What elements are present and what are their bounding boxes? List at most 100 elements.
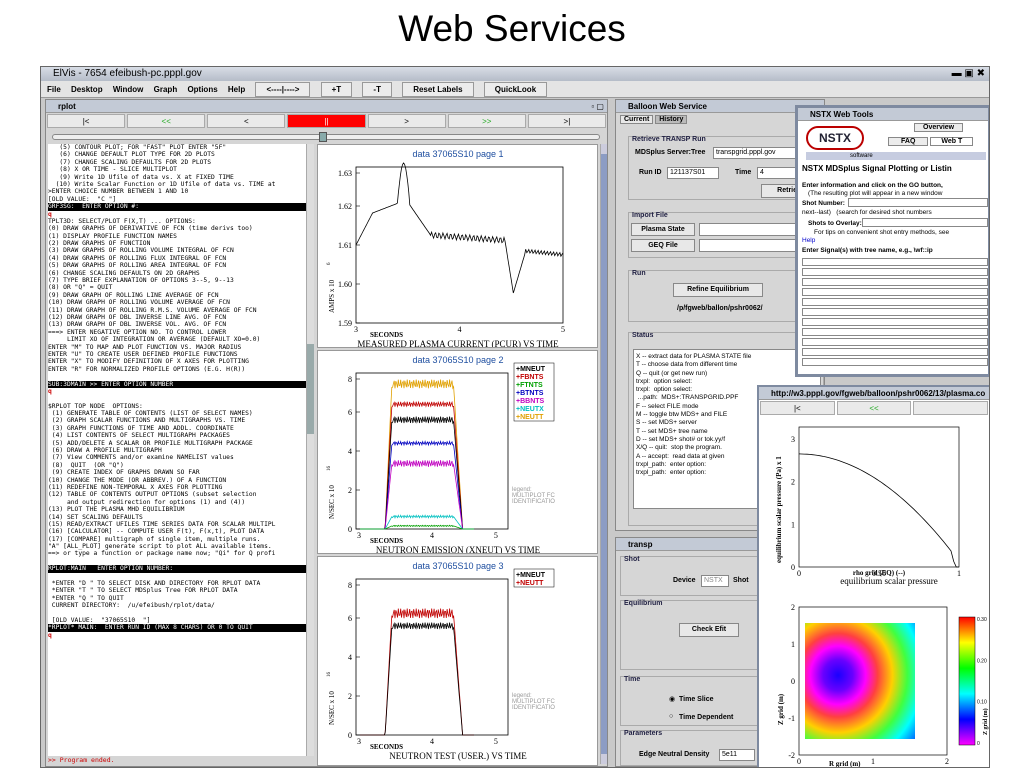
menu-graph[interactable]: Graph — [154, 85, 178, 94]
signal-field[interactable] — [802, 318, 988, 326]
menubar: File Desktop Window Graph Options Help <… — [41, 81, 989, 98]
frame-controls[interactable]: ▫ ▢ — [591, 100, 604, 113]
nav-prev[interactable]: < — [207, 114, 286, 128]
reset-labels-button[interactable]: Reset Labels — [402, 82, 474, 97]
terminal-line: (8) OR "Q" = QUIT — [48, 284, 113, 292]
watermark-text: IDENTIFICATIO — [512, 705, 555, 711]
signal-field[interactable] — [802, 348, 988, 356]
signal-field[interactable] — [802, 258, 988, 266]
nstx-instructions-2: (The resulting plot will appear in a new… — [808, 190, 943, 197]
nstx-tabs: Overview — [914, 123, 964, 132]
terminal-line: (2) DRAW GRAPHS OF FUNCTION — [48, 240, 151, 248]
plot-frame — [355, 166, 564, 324]
nav-next[interactable]: > — [367, 114, 446, 128]
signal-field[interactable] — [802, 268, 988, 276]
shot-number-label: Shot Number: — [802, 200, 845, 207]
plot-window: http://w3.pppl.gov/fgweb/balloon/pshr006… — [757, 385, 989, 767]
run-group-title: Run — [632, 270, 646, 277]
y-tick-label: 8 — [348, 375, 352, 384]
y-tick-label: 6 — [348, 408, 352, 417]
device-field[interactable]: NSTX — [701, 575, 729, 587]
tab-history[interactable]: History — [655, 115, 688, 124]
plasma-state-button[interactable]: Plasma State — [631, 223, 695, 236]
signal-field[interactable] — [802, 328, 988, 336]
menu-help[interactable]: Help — [228, 85, 245, 94]
terminal-line: (17) [COMPARE] multigraph of single item… — [48, 535, 261, 543]
y-tick-label: 1.63 — [338, 169, 352, 178]
pw-nav-first[interactable]: |< — [760, 401, 835, 415]
quicklook-button[interactable]: QuickLook — [483, 82, 548, 97]
runid-field[interactable]: 121137S01 — [667, 167, 719, 179]
terminal-line: (3) DRAW GRAPHS OF ROLLING VOLUME INTEGR… — [48, 247, 234, 255]
scroll-thumb[interactable] — [307, 344, 314, 434]
pressure-title: equilibrium scalar pressure — [840, 576, 937, 586]
terminal-line: q — [48, 210, 52, 218]
y-tick-label: 3 — [791, 435, 795, 444]
balloon-titlebar[interactable]: Balloon Web Service — [616, 100, 824, 113]
signal-field[interactable] — [802, 358, 988, 366]
nav-pause[interactable]: || — [287, 114, 366, 128]
menu-desktop[interactable]: Desktop — [71, 85, 103, 94]
nstx-title: NSTX Web Tools — [810, 110, 874, 119]
time-slice-radio[interactable]: ◉ — [669, 695, 675, 703]
terminal-line: (9) CREATE INDEX OF GRAPHS DRAWN SO FAR — [48, 469, 200, 477]
terminal-line: [OLD VALUE: "C "] — [48, 195, 117, 203]
y-tick-label: 1 — [791, 640, 795, 649]
help-link[interactable]: Help — [802, 237, 815, 245]
nav-last[interactable]: >| — [527, 114, 606, 128]
y-tick-label: -1 — [788, 714, 795, 723]
y-tick-label: 0 — [791, 563, 795, 572]
geq-file-button[interactable]: GEQ File — [631, 239, 695, 252]
pw-nav-rewind[interactable]: << — [836, 401, 912, 415]
terminal-output[interactable]: (5) CONTOUR PLOT; FOR "FAST" PLOT ENTER … — [48, 144, 306, 756]
terminal-line: (8) QUIT (OR "Q") — [48, 461, 124, 469]
nstx-titlebar[interactable]: NSTX Web Tools — [798, 108, 988, 121]
x-tick-label: 5 — [494, 737, 498, 746]
terminal-scrollbar[interactable] — [306, 144, 314, 756]
window-controls[interactable]: ▬ ▣ ✖ — [952, 68, 985, 80]
legend-entry: +MNEUT — [516, 366, 546, 373]
terminal-line: GRF3SG: ENTER OPTION #: — [48, 203, 306, 211]
plot-window-titlebar[interactable]: http://w3.pppl.gov/fgweb/balloon/pshr006… — [759, 387, 989, 400]
y-axis-label: AMPS x 10 — [328, 279, 336, 313]
edge-density-field[interactable]: 5e11 — [719, 749, 755, 761]
x-axis-label: SECONDS — [370, 743, 403, 751]
terminal-line: SUB:3DMAIN >> ENTER OPTION NUMBER — [48, 380, 306, 388]
pan-button[interactable]: <----|----> — [255, 82, 311, 97]
plot-header: data 37065S10 page 3 — [412, 561, 503, 571]
signal-field[interactable] — [802, 338, 988, 346]
tab-current[interactable]: Current — [620, 115, 654, 124]
tab-overview[interactable]: Overview — [914, 123, 964, 132]
slider-thumb[interactable] — [319, 132, 327, 142]
elvis-titlebar[interactable]: ElVis - 7654 efeibush-pc.pppl.gov ▬ ▣ ✖ — [41, 67, 989, 81]
plot-scrollbar[interactable] — [600, 144, 607, 764]
terminal-line: (11) DRAW GRAPH OF ROLLING R.M.S. VOLUME… — [48, 306, 257, 314]
shot-number-field[interactable] — [848, 198, 988, 207]
pressure-frame — [798, 426, 960, 568]
scroll-thumb[interactable] — [601, 154, 607, 754]
menu-file[interactable]: File — [47, 85, 61, 94]
signal-field[interactable] — [802, 308, 988, 316]
nav-first[interactable]: |< — [47, 114, 126, 128]
menu-options[interactable]: Options — [187, 85, 217, 94]
terminal-line: (4) DRAW GRAPHS OF ROLLING FLUX INTEGRAL… — [48, 254, 227, 262]
tab-web-tools[interactable]: Web T — [930, 137, 974, 146]
menu-window[interactable]: Window — [113, 85, 144, 94]
tab-faq[interactable]: FAQ — [888, 137, 929, 146]
signal-field[interactable] — [802, 298, 988, 306]
time-dependent-radio[interactable]: ○ — [669, 713, 673, 720]
rplot-titlebar[interactable]: rplot ▫ ▢ — [46, 100, 607, 113]
minus-t-button[interactable]: -T — [362, 82, 392, 97]
overlay-field[interactable] — [862, 218, 988, 227]
signal-field[interactable] — [802, 278, 988, 286]
terminal-line: q — [48, 631, 52, 639]
time-slider[interactable] — [52, 132, 600, 142]
check-efit-button[interactable]: Check Efit — [679, 623, 739, 637]
refine-equilibrium-button[interactable]: Refine Equilibrium — [673, 283, 763, 297]
plus-t-button[interactable]: +T — [320, 82, 353, 97]
pw-nav-next[interactable] — [913, 401, 989, 415]
nav-fastforward[interactable]: >> — [447, 114, 526, 128]
signal-field[interactable] — [802, 288, 988, 296]
nav-rewind[interactable]: << — [127, 114, 206, 128]
plot-page1: data 37065S10 page 1 1.63 1.62 1.61 1.60 1.59… — [317, 144, 598, 348]
